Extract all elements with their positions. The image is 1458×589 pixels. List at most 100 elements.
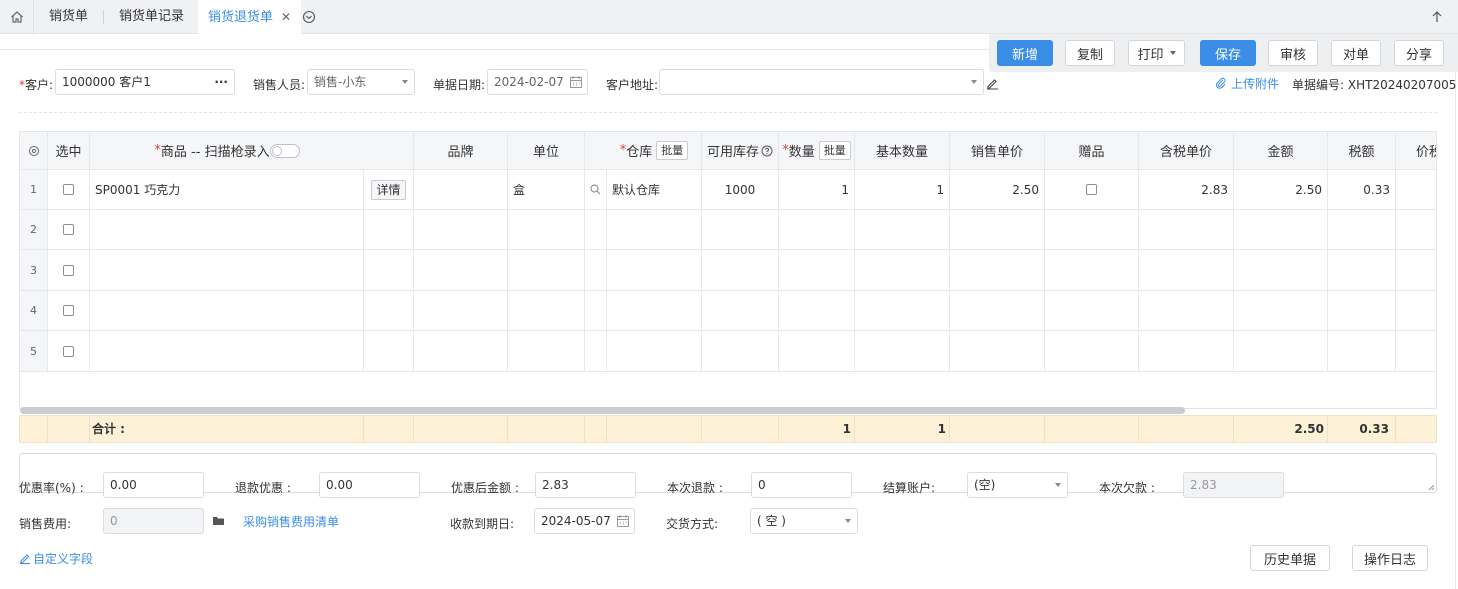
copy-button[interactable]: 复制 (1065, 40, 1115, 66)
this-refund-label: 本次退款 : (667, 481, 723, 495)
due-date-field[interactable]: 2024-05-07 (534, 508, 635, 534)
grid-cell-tax (1328, 331, 1396, 372)
date-field[interactable]: 2024-02-07 (487, 69, 588, 95)
resize-handle-icon[interactable] (1427, 483, 1435, 491)
summary-row: 合计 : 1 1 2.50 0.33 (19, 415, 1437, 443)
due-date-label: 收款到期日: (450, 517, 515, 531)
grid-cell-detail (364, 250, 414, 291)
reconcile-button[interactable]: 对单 (1331, 40, 1381, 66)
header-spacer (364, 132, 414, 170)
customer-field[interactable]: 1000000 客户1 ··· (55, 69, 235, 95)
grid-cell-warehouse (607, 331, 702, 372)
grid-cell-detail: 详情 (364, 170, 414, 210)
folder-icon[interactable] (212, 515, 225, 526)
delivery-select[interactable]: ( 空 ) (750, 508, 858, 534)
close-icon[interactable]: ✕ (281, 10, 291, 24)
chevron-circle-down-icon[interactable] (302, 10, 316, 27)
calendar-icon[interactable] (569, 75, 583, 89)
header-stock: 可用库存 (702, 132, 779, 170)
grid-cell-cb (48, 331, 90, 372)
chevron-down-icon (845, 519, 851, 523)
qty-batch-button[interactable]: 批量 (818, 141, 851, 160)
row-checkbox[interactable] (63, 224, 74, 235)
help-icon[interactable] (761, 145, 773, 157)
this-debt-label: 本次欠款 : (1099, 481, 1155, 495)
fee-list-link[interactable]: 采购销售费用清单 (243, 513, 339, 530)
address-select[interactable] (659, 69, 984, 95)
grid-cell-brand (414, 331, 508, 372)
tab-label: 销货单 (49, 9, 89, 24)
grid-cell-tax (1328, 250, 1396, 291)
grid-cell-price (950, 210, 1045, 250)
row-checkbox[interactable] (63, 345, 74, 357)
grid-cell-amount (1234, 291, 1328, 331)
doc-number-value: XHT20240207005 (1347, 78, 1457, 92)
tab-bar: 销货单 销货单记录 销货退货单 ✕ (0, 0, 1458, 35)
grid-cell-warehouse (607, 291, 702, 331)
upload-attachment-link[interactable]: 上传附件 (1215, 75, 1279, 92)
discount-rate-input[interactable]: 0.00 (103, 472, 204, 498)
account-select[interactable]: (空) (967, 472, 1068, 498)
more-icon[interactable]: ··· (214, 70, 228, 94)
summary-cell (1045, 416, 1139, 442)
grid-cell-qty (779, 210, 855, 250)
header-base-qty: 基本数量 (855, 132, 950, 170)
scan-toggle[interactable] (269, 143, 300, 158)
row-checkbox[interactable] (63, 264, 74, 276)
grid-cell-tax-price (1139, 291, 1234, 331)
calendar-icon[interactable] (616, 514, 630, 528)
column-settings-icon[interactable] (20, 132, 48, 170)
edit-icon[interactable] (986, 77, 999, 90)
page-body: 新增 复制 打印 保存 审核 对单 分享 *客户: 1000000 客户1 ··… (0, 34, 1458, 589)
detail-button[interactable]: 详情 (371, 179, 406, 200)
grid-cell-product (90, 250, 364, 291)
grid-cell-base-qty (855, 250, 950, 291)
grid-cell-product (90, 210, 364, 250)
account-label: 结算账户: (883, 481, 936, 495)
header-amount: 金额 (1234, 132, 1328, 170)
warehouse-batch-button[interactable]: 批量 (656, 141, 689, 160)
header-tax-price: 含税单价 (1139, 132, 1234, 170)
summary-cell (48, 416, 90, 442)
home-tab[interactable] (0, 0, 34, 34)
gift-checkbox[interactable] (1086, 184, 1097, 195)
row-checkbox[interactable] (63, 305, 74, 316)
history-button[interactable]: 历史单据 (1250, 545, 1330, 571)
grid-cell-gift (1045, 210, 1139, 250)
header-brand: 品牌 (414, 132, 508, 170)
grid-cell-base-qty (855, 210, 950, 250)
print-button[interactable]: 打印 (1128, 40, 1185, 66)
grid-cell-qty: 1 (779, 170, 855, 210)
after-discount-input[interactable]: 2.83 (535, 472, 636, 498)
tab-sales-order-records[interactable]: 销货单记录 (119, 0, 184, 34)
grid-cell-qty (779, 291, 855, 331)
save-button[interactable]: 保存 (1200, 40, 1256, 66)
grid-cell-unit: 盒 (508, 170, 585, 210)
new-button[interactable]: 新增 (997, 40, 1053, 66)
refund-discount-input[interactable]: 0.00 (319, 472, 420, 498)
arrow-up-icon[interactable] (1430, 10, 1444, 27)
custom-field-link[interactable]: 自定义字段 (19, 550, 93, 567)
tab-sales-order[interactable]: 销货单 (49, 0, 88, 34)
discount-rate-label: 优惠率(%) : (19, 481, 84, 495)
tab-label: 销货退货单 (208, 10, 274, 25)
grid-cell-brand (414, 170, 508, 210)
date-value: 2024-02-07 (494, 75, 564, 89)
this-debt-field: 2.83 (1183, 472, 1284, 498)
salesperson-select[interactable]: 销售-小东 (307, 69, 415, 95)
this-refund-input[interactable]: 0 (751, 472, 852, 498)
tab-sales-return-order[interactable]: 销货退货单 ✕ (198, 0, 302, 35)
audit-button[interactable]: 审核 (1268, 40, 1318, 66)
header-tax-total: 价税 (1396, 132, 1436, 170)
row-checkbox[interactable] (63, 184, 74, 195)
share-button[interactable]: 分享 (1394, 40, 1444, 66)
operation-log-button[interactable]: 操作日志 (1352, 545, 1428, 571)
horizontal-scrollbar[interactable] (20, 407, 1185, 414)
grid-cell-stock (702, 250, 779, 291)
search-icon[interactable] (585, 170, 607, 210)
grid-cell-brand (414, 210, 508, 250)
grid-cell-price (950, 291, 1045, 331)
grid-cell-tax (1328, 210, 1396, 250)
salesperson-label: 销售人员: (253, 78, 306, 92)
row-number: 3 (20, 250, 48, 291)
